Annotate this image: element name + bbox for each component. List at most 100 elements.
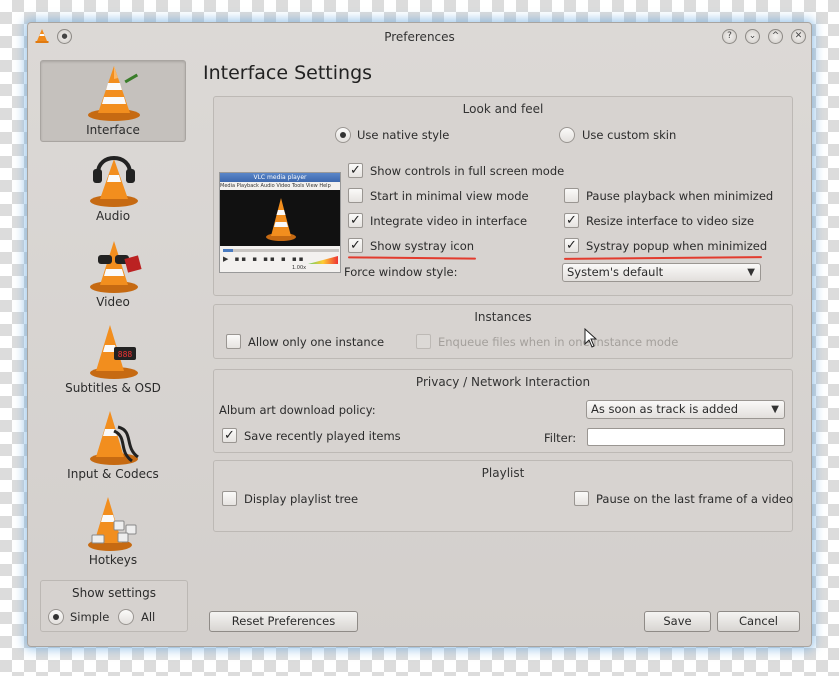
simple-radio[interactable] <box>48 609 64 625</box>
vlc-cone-icon <box>88 66 140 121</box>
simple-label: Simple <box>70 610 110 624</box>
chevron-down-icon: ▼ <box>747 267 755 278</box>
integrate-video-label: Integrate video in interface <box>370 214 528 228</box>
preview-menu-item: Tools <box>291 183 305 189</box>
pause-minimized-checkbox[interactable] <box>564 188 579 203</box>
preview-controls: ▶ ▪▪ ▪ ▪▪ ▪ ▪▪ <box>223 255 306 263</box>
native-style-radio[interactable] <box>335 127 351 143</box>
subtitle-display-icon: 888 <box>90 325 138 379</box>
preview-menu-item: Help <box>319 183 331 189</box>
preview-menu-item: Audio <box>260 183 275 189</box>
all-label: All <box>141 610 156 624</box>
preview-video-area <box>220 190 340 246</box>
filter-input[interactable] <box>587 428 785 446</box>
privacy-network-group: Privacy / Network Interaction Album art … <box>213 369 793 453</box>
preview-menu-item: Playback <box>236 183 259 189</box>
sidebar-item-label: Hotkeys <box>88 553 138 567</box>
enqueue-checkbox[interactable] <box>416 334 431 349</box>
sidebar-item-input-codecs[interactable]: Input & Codecs <box>40 404 186 486</box>
minimal-view-label: Start in minimal view mode <box>370 189 529 203</box>
title-bar: ● Preferences ? ⌄ ^ ✕ <box>28 23 811 51</box>
save-recent-checkbox[interactable]: ✓ <box>222 428 237 443</box>
systray-popup-label: Systray popup when minimized <box>586 239 768 253</box>
pause-last-frame-label: Pause on the last frame of a video <box>596 492 793 506</box>
resize-interface-checkbox[interactable]: ✓ <box>564 213 579 228</box>
preview-speed: 1.00x <box>292 265 307 271</box>
systray-icon-checkbox[interactable]: ✓ <box>348 238 363 253</box>
red-annotation-underline <box>347 256 477 260</box>
custom-skin-label: Use custom skin <box>582 128 677 142</box>
category-sidebar: Interface Audio Video 888 Subtitles & OS… <box>40 60 188 575</box>
preview-menu-item: View <box>305 183 318 189</box>
playlist-tree-checkbox[interactable] <box>222 491 237 506</box>
maximize-button[interactable]: ^ <box>768 29 783 44</box>
preview-titlebar: VLC media player <box>220 173 340 182</box>
preview-menu-item: Media <box>220 183 236 189</box>
sidebar-item-hotkeys[interactable]: Hotkeys <box>40 490 186 572</box>
sidebar-item-video[interactable]: Video <box>40 232 186 314</box>
window-style-value: System's default <box>567 265 664 279</box>
vlc-cone-icon <box>266 198 296 241</box>
sidebar-item-interface[interactable]: Interface <box>40 60 186 142</box>
window-title: Preferences <box>384 30 455 44</box>
playlist-tree-label: Display playlist tree <box>244 492 359 506</box>
save-button[interactable]: Save <box>644 611 711 632</box>
sidebar-item-audio[interactable]: Audio <box>40 146 186 228</box>
force-window-style-label: Force window style: <box>344 265 458 279</box>
group-title: Instances <box>474 310 532 324</box>
reset-preferences-button[interactable]: Reset Preferences <box>209 611 358 632</box>
sidebar-item-label: Interface <box>86 123 140 137</box>
systray-popup-checkbox[interactable]: ✓ <box>564 238 579 253</box>
group-title: Look and feel <box>462 102 544 116</box>
instances-group: Instances Allow only one instance Enqueu… <box>213 304 793 359</box>
headphones-icon <box>90 156 138 207</box>
native-style-label: Use native style <box>357 128 450 142</box>
minimal-view-checkbox[interactable] <box>348 188 363 203</box>
sidebar-item-subtitles-osd[interactable]: 888 Subtitles & OSD <box>40 318 186 400</box>
filter-label: Filter: <box>544 431 577 445</box>
minimize-button[interactable]: ⌄ <box>745 29 760 44</box>
preview-volume <box>308 256 338 264</box>
album-art-value: As soon as track is added <box>591 402 739 416</box>
window-style-select[interactable]: System's default ▼ <box>562 263 761 282</box>
mouse-cursor-icon <box>584 328 597 348</box>
close-button[interactable]: ✕ <box>791 29 806 44</box>
look-and-feel-group: Look and feel Use native style Use custo… <box>213 96 793 296</box>
sidebar-item-label: Video <box>96 295 130 309</box>
glasses-icon <box>90 241 142 293</box>
integrate-video-checkbox[interactable]: ✓ <box>348 213 363 228</box>
show-controls-label: Show controls in full screen mode <box>370 164 565 178</box>
resize-interface-label: Resize interface to video size <box>586 214 755 228</box>
red-annotation-underline <box>563 256 763 260</box>
preview-menu-item: Video <box>276 183 291 189</box>
pause-last-frame-checkbox[interactable] <box>574 491 589 506</box>
sidebar-item-label: Subtitles & OSD <box>65 381 161 395</box>
custom-skin-radio[interactable] <box>559 127 575 143</box>
group-title: Playlist <box>481 466 525 480</box>
one-instance-label: Allow only one instance <box>248 335 385 349</box>
playlist-group: Playlist Display playlist tree Pause on … <box>213 460 793 532</box>
album-art-select[interactable]: As soon as track is added ▼ <box>586 400 785 419</box>
vlc-preview-image: VLC media player Media Playback Audio Vi… <box>219 172 341 273</box>
all-radio[interactable] <box>118 609 134 625</box>
preview-seekbar <box>223 249 339 252</box>
sidebar-item-label: Input & Codecs <box>67 467 159 481</box>
one-instance-checkbox[interactable] <box>226 334 241 349</box>
show-settings-title: Show settings <box>71 586 157 600</box>
cancel-button[interactable]: Cancel <box>717 611 800 632</box>
show-controls-checkbox[interactable]: ✓ <box>348 163 363 178</box>
chevron-down-icon: ▼ <box>771 404 779 415</box>
cable-plug-icon <box>90 411 139 465</box>
page-title: Interface Settings <box>203 62 373 84</box>
preview-menubar: Media Playback Audio Video Tools View He… <box>220 182 340 190</box>
systray-icon-label: Show systray icon <box>370 239 475 253</box>
album-art-label: Album art download policy: <box>219 403 376 417</box>
show-settings-group: Show settings Simple All <box>40 580 188 632</box>
pause-minimized-label: Pause playback when minimized <box>586 189 774 203</box>
svg-text:888: 888 <box>118 350 133 359</box>
enqueue-label: Enqueue files when in one instance mode <box>438 335 679 349</box>
help-button[interactable]: ? <box>722 29 737 44</box>
sidebar-item-label: Audio <box>95 209 131 223</box>
group-title: Privacy / Network Interaction <box>415 375 591 389</box>
keyboard-keys-icon <box>88 497 137 551</box>
